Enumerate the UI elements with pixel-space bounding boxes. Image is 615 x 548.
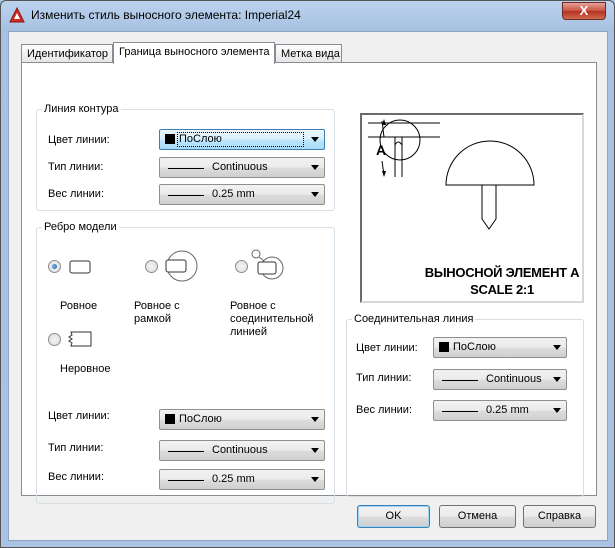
linetype-sample <box>442 380 478 381</box>
tab-identifier[interactable]: Идентификатор <box>21 44 113 63</box>
boundary-color-select[interactable]: ПоСлою <box>159 129 325 150</box>
edge-jagged-icon <box>68 331 92 347</box>
boundary-weight-select[interactable]: 0.25 mm <box>159 184 325 205</box>
edge-weight-select[interactable]: 0.25 mm <box>159 469 325 490</box>
chevron-down-icon <box>311 417 319 422</box>
color-swatch <box>165 414 175 424</box>
edge-linetype-select[interactable]: Continuous <box>159 440 325 461</box>
model-edge-legend: Ребро модели <box>44 221 117 233</box>
linetype-sample <box>168 168 204 169</box>
boundary-line-legend: Линия контура <box>44 103 119 115</box>
edge-weight-label: Вес линии: <box>48 471 104 483</box>
detail-preview: A ВЫНОСНОЙ ЭЛЕМЕНТ A SCALE 2:1 <box>360 113 584 303</box>
lineweight-sample <box>168 480 204 481</box>
edge-smooth-frame-label: Ровное с рамкой <box>134 300 180 325</box>
ok-button[interactable]: OK <box>357 505 430 528</box>
connection-weight-label: Вес линии: <box>356 404 412 416</box>
lineweight-sample <box>168 195 204 196</box>
edge-smooth-frame-icon <box>165 250 198 282</box>
tab-view-label[interactable]: Метка вида <box>275 44 342 63</box>
boundary-color-label: Цвет линии: <box>48 134 110 146</box>
cancel-button[interactable]: Отмена <box>439 505 516 528</box>
window-title: Изменить стиль выносного элемента: Imper… <box>31 8 301 22</box>
edge-smooth-label: Ровное <box>60 300 98 312</box>
edge-jagged-radio[interactable] <box>48 333 61 346</box>
dialog-window: Изменить стиль выносного элемента: Imper… <box>0 0 615 548</box>
connection-weight-value: 0.25 mm <box>486 404 529 416</box>
edge-smooth-connection-radio[interactable] <box>235 260 248 273</box>
boundary-linetype-label: Тип линии: <box>48 161 104 173</box>
edge-color-value: ПоСлою <box>179 413 222 425</box>
edge-smooth-icon <box>69 260 91 274</box>
edge-smooth-radio[interactable] <box>48 260 61 273</box>
color-swatch <box>165 134 175 144</box>
boundary-color-value: ПоСлою <box>179 133 222 145</box>
preview-caption-title: ВЫНОСНОЙ ЭЛЕМЕНТ A <box>424 265 580 280</box>
boundary-linetype-value: Continuous <box>212 161 268 173</box>
chevron-down-icon <box>311 477 319 482</box>
detail-label-letter: A <box>376 142 387 158</box>
boundary-linetype-select[interactable]: Continuous <box>159 157 325 178</box>
chevron-down-icon <box>553 408 561 413</box>
connection-linetype-select[interactable]: Continuous <box>433 369 567 390</box>
linetype-sample <box>168 451 204 452</box>
edge-color-select[interactable]: ПоСлою <box>159 409 325 430</box>
chevron-down-icon <box>311 165 319 170</box>
preview-caption-scale: SCALE 2:1 <box>470 282 534 297</box>
connection-weight-select[interactable]: 0.25 mm <box>433 400 567 421</box>
tab-view-label-label: Метка вида <box>281 48 340 60</box>
title-bar[interactable]: Изменить стиль выносного элемента: Imper… <box>1 1 614 29</box>
lineweight-sample <box>442 411 478 412</box>
autocad-app-icon[interactable] <box>9 7 25 23</box>
edge-smooth-connection-label: Ровное с соединительной линией <box>230 300 314 338</box>
chevron-down-icon <box>311 448 319 453</box>
connection-linetype-label: Тип линии: <box>356 372 412 384</box>
connection-line-legend: Соединительная линия <box>354 313 474 325</box>
boundary-weight-label: Вес линии: <box>48 188 104 200</box>
color-swatch <box>439 342 449 352</box>
connection-linetype-value: Continuous <box>486 373 542 385</box>
edge-weight-value: 0.25 mm <box>212 473 255 485</box>
edge-color-label: Цвет линии: <box>48 410 110 422</box>
boundary-weight-value: 0.25 mm <box>212 188 255 200</box>
connection-color-label: Цвет линии: <box>356 342 418 354</box>
edge-smooth-frame-radio[interactable] <box>145 260 158 273</box>
edge-smooth-connection-icon <box>251 249 284 280</box>
help-button[interactable]: Справка <box>523 505 596 528</box>
edge-linetype-label: Тип линии: <box>48 442 104 454</box>
chevron-down-icon <box>311 137 319 142</box>
chevron-down-icon <box>553 377 561 382</box>
edge-linetype-value: Continuous <box>212 444 268 456</box>
connection-color-select[interactable]: ПоСлою <box>433 337 567 358</box>
tab-identifier-label: Идентификатор <box>27 48 108 60</box>
edge-jagged-label: Неровное <box>60 363 111 375</box>
chevron-down-icon <box>311 192 319 197</box>
tab-detail-boundary-label: Граница выносного элемента <box>119 46 270 58</box>
chevron-down-icon <box>553 345 561 350</box>
connection-color-value: ПоСлою <box>453 341 496 353</box>
tab-panel-detail-boundary: Линия контура Цвет линии: ПоСлою Тип лин… <box>21 62 597 504</box>
close-button[interactable]: X <box>562 2 606 20</box>
tab-detail-boundary[interactable]: Граница выносного элемента <box>113 42 275 64</box>
dialog-client-area: Идентификатор Граница выносного элемента… <box>8 31 608 541</box>
